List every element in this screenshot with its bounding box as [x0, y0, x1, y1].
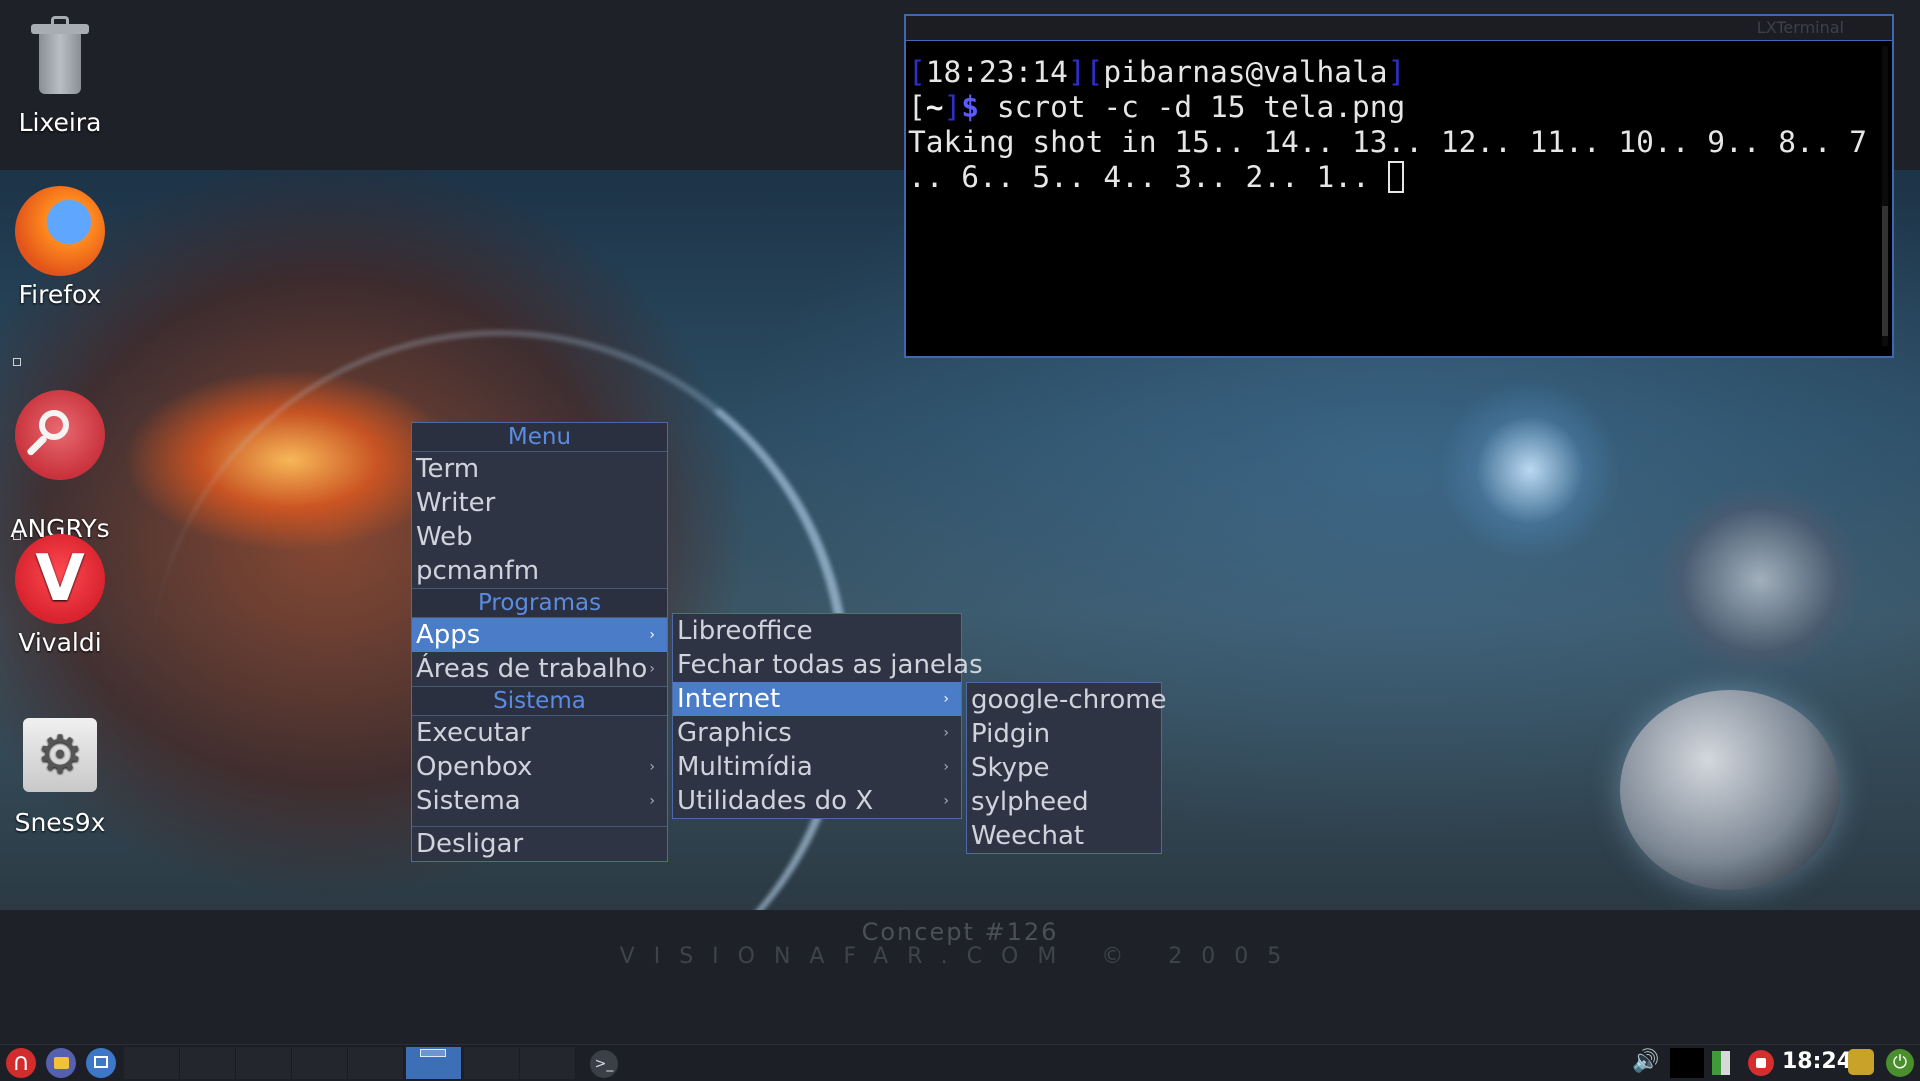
menu-item-openbox[interactable]: Openbox › — [412, 750, 667, 784]
trash-icon — [15, 14, 105, 104]
menu-item-label: Graphics — [677, 718, 792, 748]
submenu-arrow-icon: › — [943, 691, 949, 707]
vivaldi-icon: V — [15, 534, 105, 624]
firefox-icon — [15, 186, 105, 276]
menu-item-label: Áreas de trabalho — [416, 654, 648, 684]
menu-item-google-chrome[interactable]: google-chrome — [967, 683, 1167, 717]
prompt-user: pibarnas@valhala — [1103, 55, 1388, 89]
workspace-1[interactable] — [124, 1047, 180, 1079]
taskbar: ∩ >_ 🔊 18:24 ⏻ — [0, 1044, 1920, 1081]
show-desktop-button[interactable] — [86, 1048, 116, 1078]
internet-submenu: google-chrome Pidgin Skype sylpheed Weec… — [966, 682, 1167, 854]
menu-item-shutdown[interactable]: Desligar — [412, 827, 667, 861]
menu-item-graphics[interactable]: Graphics › — [673, 716, 961, 750]
tray-monitor-applet[interactable] — [1670, 1048, 1704, 1078]
menu-item-label: Sistema — [416, 786, 521, 816]
wallpaper-caption-line1: Concept #126 — [861, 918, 1059, 946]
menu-section-programs: Programas — [412, 588, 667, 618]
menu-item-apps[interactable]: Apps › — [412, 618, 667, 652]
menu-section-system: Sistema — [412, 686, 667, 716]
desktop-icon-trash[interactable]: Lixeira — [0, 14, 120, 138]
menu-item-weechat[interactable]: Weechat — [967, 819, 1161, 853]
file-manager-launcher[interactable] — [46, 1048, 76, 1078]
menu-item-libreoffice[interactable]: Libreoffice — [673, 614, 961, 648]
desktop-icon-label: Vivaldi — [18, 628, 102, 657]
menu-item-label: Internet — [677, 684, 781, 714]
workspace-3[interactable] — [236, 1047, 292, 1079]
update-notifier-icon[interactable] — [1848, 1049, 1874, 1075]
debian-swirl-icon: ∩ — [12, 1048, 30, 1076]
desktop-icon-label: Lixeira — [18, 108, 102, 137]
menu-item-system[interactable]: Sistema › — [412, 784, 667, 818]
terminal-titlebar[interactable]: LXTerminal — [906, 16, 1892, 41]
menu-item-writer[interactable]: Writer — [412, 486, 667, 520]
menu-item-multimedia[interactable]: Multimídia › — [673, 750, 961, 784]
terminal-icon: >_ — [594, 1056, 614, 1072]
submenu-arrow-icon: › — [649, 627, 655, 643]
menu-item-term[interactable]: Term — [412, 452, 667, 486]
workspace-5[interactable] — [348, 1047, 404, 1079]
submenu-arrow-icon: › — [649, 793, 655, 809]
menu-item-pidgin[interactable]: Pidgin — [967, 717, 1161, 751]
recorder-icon[interactable] — [1748, 1050, 1774, 1076]
workspace-8[interactable] — [520, 1047, 576, 1079]
desktop-icon-vivaldi[interactable]: V Vivaldi — [0, 534, 120, 658]
menu-item-sylpheed[interactable]: sylpheed — [967, 785, 1161, 819]
taskbar-task-terminal[interactable]: >_ — [590, 1050, 618, 1078]
terminal-output-line2: .. 6.. 5.. 4.. 3.. 2.. 1.. — [908, 160, 1388, 194]
submenu-arrow-icon: › — [943, 793, 949, 809]
terminal-title: LXTerminal — [1756, 18, 1844, 37]
terminal-window[interactable]: LXTerminal [18:23:14][pibarnas@valhala] … — [904, 14, 1894, 358]
menu-item-skype[interactable]: Skype — [967, 751, 1161, 785]
menu-header: Menu — [412, 423, 667, 452]
menu-item-internet[interactable]: Internet › — [673, 682, 961, 716]
start-menu-button[interactable]: ∩ — [6, 1048, 36, 1078]
volume-icon[interactable]: 🔊 — [1632, 1049, 1659, 1074]
terminal-output[interactable]: [18:23:14][pibarnas@valhala] [~]$ scrot … — [906, 41, 1892, 195]
menu-item-run[interactable]: Executar — [412, 716, 667, 750]
terminal-cursor — [1387, 161, 1404, 193]
prompt-dir: ~ — [925, 90, 944, 124]
workspace-4[interactable] — [292, 1047, 348, 1079]
menu-item-pcmanfm[interactable]: pcmanfm — [412, 554, 667, 588]
root-menu: Menu Term Writer Web pcmanfm Programas A… — [411, 422, 668, 862]
prompt-symbol: $ — [961, 90, 980, 124]
menu-item-x-utilities[interactable]: Utilidades do X › — [673, 784, 961, 818]
submenu-arrow-icon: › — [943, 759, 949, 775]
menu-item-label: Utilidades do X — [677, 786, 874, 816]
prompt-time: 18:23:14 — [925, 55, 1068, 89]
network-icon[interactable] — [1712, 1051, 1730, 1075]
menu-item-label: Apps — [416, 620, 481, 650]
menu-item-web[interactable]: Web — [412, 520, 667, 554]
wallpaper-caption-line2: VISIONAFAR.COM © 2005 — [619, 944, 1301, 969]
menu-item-label: Multimídia — [677, 752, 813, 782]
desktop-icon-label: Snes9x — [14, 808, 106, 837]
menu-item-close-all-windows[interactable]: Fechar todas as janelas — [673, 648, 983, 682]
gear-icon: ⚙ — [15, 714, 105, 804]
submenu-arrow-icon: › — [943, 725, 949, 741]
power-icon[interactable]: ⏻ — [1886, 1049, 1914, 1077]
terminal-output-line1: Taking shot in 15.. 14.. 13.. 12.. 11.. … — [908, 125, 1868, 159]
workspace-2[interactable] — [180, 1047, 236, 1079]
magnifier-icon — [15, 390, 105, 480]
submenu-arrow-icon: › — [649, 759, 655, 775]
workspace-7[interactable] — [464, 1047, 520, 1079]
menu-separator — [412, 818, 667, 827]
menu-item-label: Openbox — [416, 752, 533, 782]
menu-item-workspaces[interactable]: Áreas de trabalho › — [412, 652, 667, 686]
clock[interactable]: 18:24 — [1782, 1049, 1852, 1074]
submenu-arrow-icon: › — [649, 661, 655, 677]
terminal-scrollbar[interactable] — [1882, 46, 1888, 346]
workspace-6-active[interactable] — [406, 1047, 462, 1079]
desktop-icon-snes9x[interactable]: ⚙ Snes9x — [0, 714, 120, 838]
terminal-command: scrot -c -d 15 tela.png — [979, 90, 1406, 124]
desktop-icon-label: Firefox — [18, 280, 102, 309]
desktop-icon-firefox[interactable]: Firefox — [0, 186, 120, 310]
apps-submenu: Libreoffice Fechar todas as janelas Inte… — [672, 613, 983, 819]
